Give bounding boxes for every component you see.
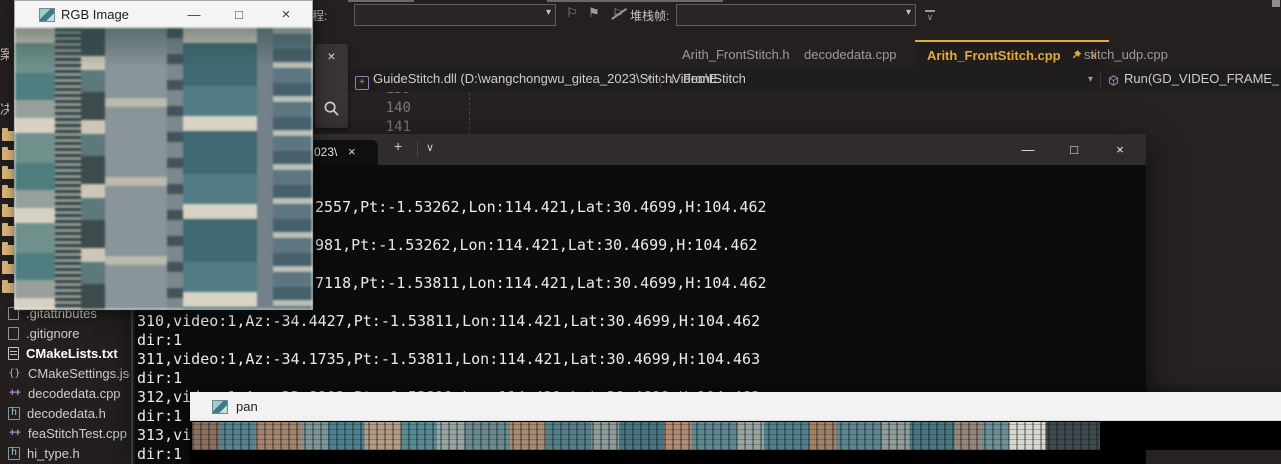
pan-window[interactable]: pan <box>190 392 1281 464</box>
thread-dropdown[interactable]: ▾ <box>354 4 556 26</box>
terminal-tab-label: 023\ <box>314 145 337 159</box>
close-button[interactable]: × <box>271 1 301 28</box>
divider <box>417 142 418 157</box>
rgb-window-title: RGB Image <box>61 7 129 22</box>
toolbar-overflow-icon[interactable]: ∨ <box>925 10 935 22</box>
method-cube-icon <box>1108 74 1119 89</box>
file-item[interactable]: .gitignore <box>8 323 130 343</box>
editor-tab-strip: Arith_FrontStitch.h × decodedata.cpp × A… <box>330 40 1281 68</box>
screen: 线程: ▾ ⚐ ⚑ ⚐ 堆栈帧: ▾ ∨ Arith_FrontStitch.h… <box>0 0 1281 464</box>
toolbar-edge <box>547 0 723 2</box>
rgb-image-canvas <box>15 28 312 309</box>
indent-guide <box>469 92 470 135</box>
minimize-button[interactable]: — <box>179 1 209 28</box>
flag-disabled-icon[interactable]: ⚐ <box>612 6 624 21</box>
close-button[interactable]: × <box>1099 134 1141 165</box>
clipped-label: 案 <box>0 44 9 63</box>
search-icon[interactable] <box>323 100 340 122</box>
cpp-file-icon: + <box>355 73 369 90</box>
divider <box>660 72 661 88</box>
editor-tab[interactable]: decodedata.cpp × <box>792 40 909 68</box>
new-tab-icon[interactable]: + <box>394 138 402 154</box>
file-name: CMakeSettings.jso <box>28 366 130 381</box>
file-item[interactable]: CMakeSettings.jso <box>8 363 130 383</box>
stack-frame-dropdown[interactable]: ▾ <box>676 4 916 26</box>
caret-down-icon[interactable]: ▾ <box>546 7 551 18</box>
minimize-button[interactable]: — <box>1007 134 1049 165</box>
file-item[interactable]: feaStitchTest.cpp <box>8 423 130 443</box>
file-item[interactable]: decodedata.cpp <box>8 383 130 403</box>
file-name: hi_type.h <box>27 446 80 461</box>
tab-label: stitch_udp.cpp <box>1084 47 1168 62</box>
flag-outline-icon[interactable]: ⚐ <box>566 5 578 21</box>
rgb-window-titlebar[interactable]: RGB Image — □ × <box>15 1 312 29</box>
file-name: decodedata.cpp <box>28 386 121 401</box>
image-icon <box>39 8 55 22</box>
file-type-icon <box>8 426 21 441</box>
caret-down-icon[interactable]: ▾ <box>647 74 652 85</box>
file-type-icon <box>8 386 21 401</box>
divider <box>1100 72 1101 88</box>
editor-tab[interactable]: Arith_FrontStitch.h × <box>670 40 802 68</box>
tab-label: decodedata.cpp <box>804 47 897 62</box>
breadcrumb-member[interactable]: Run(GD_VIDEO_FRAME_S in <box>1124 71 1279 86</box>
arrow-down-icon: ↓ <box>669 71 676 86</box>
maximize-button[interactable]: □ <box>224 1 254 28</box>
file-type-icon <box>8 407 20 420</box>
file-type-icon <box>8 327 19 340</box>
code-editor[interactable]: 139 140 141 LOG_INFO("Init pan w:{} h:{}… <box>347 92 1281 135</box>
line-number: 140 <box>377 100 411 116</box>
breadcrumb-scope[interactable]: FrontStitch <box>683 71 746 86</box>
file-item[interactable]: CMakeLists.txt <box>8 343 130 363</box>
file-name: .gitignore <box>26 326 79 341</box>
breadcrumb: + GuideStitch.dll (D:\wangchongwu_gitea_… <box>347 68 1281 93</box>
chevron-down-icon[interactable]: ∨ <box>426 141 434 154</box>
caret-down-icon[interactable]: ▾ <box>1088 74 1093 85</box>
file-item[interactable]: decodedata.h <box>8 403 130 423</box>
maximize-button[interactable]: □ <box>1053 134 1095 165</box>
file-name: feaStitchTest.cpp <box>28 426 127 441</box>
caret-down-icon[interactable]: ▾ <box>906 7 911 18</box>
clipped-label: 决 <box>0 99 9 118</box>
toolbar-edge <box>348 0 414 2</box>
close-icon[interactable]: × <box>348 144 356 159</box>
close-icon[interactable]: × <box>315 48 348 64</box>
rgb-image-window[interactable]: RGB Image — □ × <box>14 0 313 310</box>
image-icon <box>212 400 228 414</box>
stack-frame-label: 堆栈帧: <box>630 7 669 24</box>
tab-label: Arith_FrontStitch.cpp <box>927 48 1061 63</box>
file-item[interactable]: hi_type.h <box>8 443 130 463</box>
tab-label: Arith_FrontStitch.h <box>682 47 790 62</box>
file-name: CMakeLists.txt <box>26 346 118 361</box>
flag-filled-icon[interactable]: ⚑ <box>588 5 600 21</box>
file-type-icon <box>8 447 20 460</box>
file-name: decodedata.h <box>27 406 106 421</box>
line-number: 141 <box>377 119 411 135</box>
file-type-icon <box>8 366 21 381</box>
file-type-icon <box>8 347 19 360</box>
line-number: 139 <box>377 92 411 97</box>
window-corner <box>1272 0 1280 7</box>
breadcrumb-project[interactable]: GuideStitch.dll (D:\wangchongwu_gitea_20… <box>373 71 717 86</box>
search-widget: × <box>315 44 348 128</box>
pan-image-canvas <box>192 422 1100 450</box>
pan-window-title: pan <box>236 399 258 414</box>
editor-tab[interactable]: stitch_udp.cpp × <box>1072 40 1180 68</box>
pan-window-edge <box>1146 450 1281 464</box>
pan-window-titlebar[interactable]: pan <box>190 392 1281 421</box>
code-line: LOG_INFO("Init pan w:{} h:{}", _panPara.… <box>515 99 1238 135</box>
